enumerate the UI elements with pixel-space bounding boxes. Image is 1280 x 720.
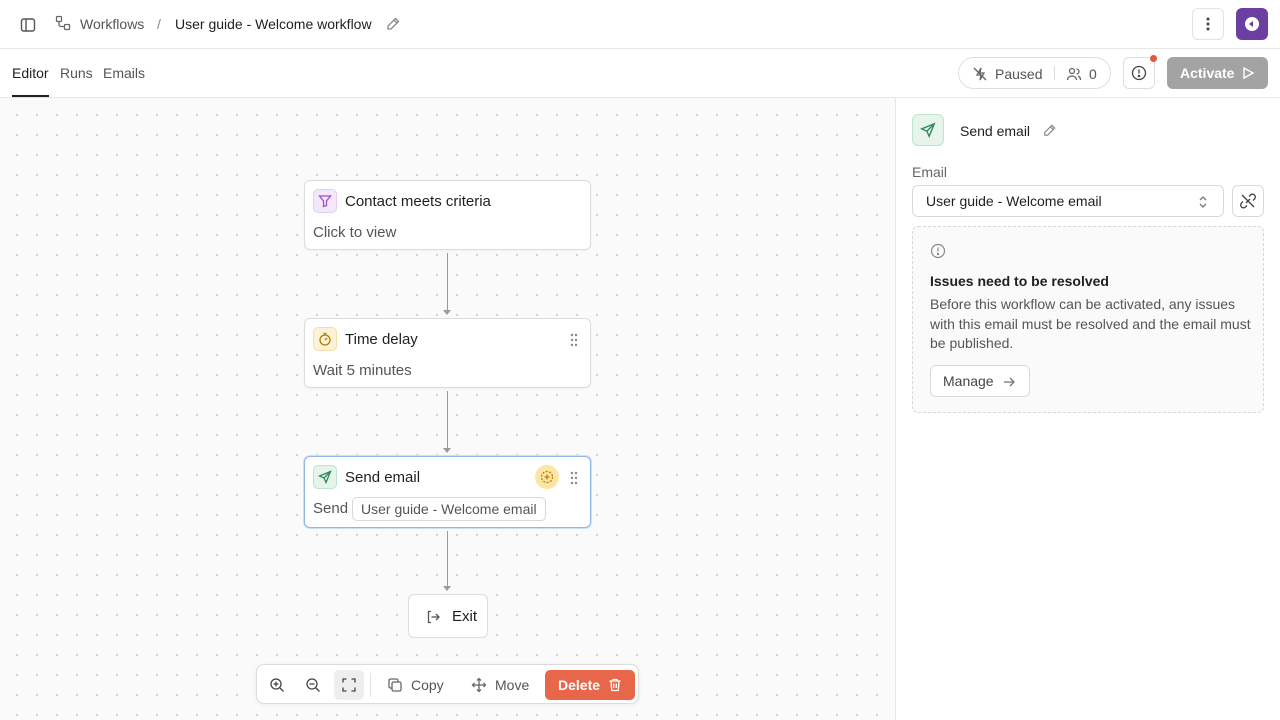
paused-icon bbox=[972, 66, 988, 82]
more-options-button[interactable] bbox=[1192, 8, 1224, 40]
contacts-count: 0 bbox=[1089, 66, 1097, 82]
node-title: Contact meets criteria bbox=[345, 193, 491, 210]
node-title: Send email bbox=[345, 469, 421, 486]
properties-panel: Send email Email User guide - Welcome em… bbox=[895, 98, 1280, 720]
exit-icon bbox=[425, 609, 441, 625]
issues-description: Before this workflow can be activated, a… bbox=[930, 296, 1251, 351]
trash-icon bbox=[607, 677, 623, 693]
move-button[interactable]: Move bbox=[463, 670, 537, 700]
tab-runs[interactable]: Runs bbox=[60, 65, 93, 81]
issues-title: Issues need to be resolved bbox=[930, 273, 1109, 289]
fit-view-icon[interactable] bbox=[334, 670, 364, 700]
tab-editor[interactable]: Editor bbox=[12, 65, 49, 81]
filter-icon bbox=[313, 189, 337, 213]
email-select-value: User guide - Welcome email bbox=[926, 193, 1102, 209]
activate-label: Activate bbox=[1180, 65, 1235, 81]
workflow-icon bbox=[55, 15, 71, 31]
active-tab-indicator bbox=[12, 95, 49, 97]
more-vertical-icon bbox=[1206, 17, 1210, 31]
zoom-out-icon[interactable] bbox=[298, 670, 328, 700]
send-icon bbox=[912, 114, 944, 146]
breadcrumb-separator: / bbox=[157, 16, 161, 32]
connector-line bbox=[447, 391, 448, 449]
node-send-prefix: Send bbox=[313, 500, 349, 517]
connector-arrow bbox=[443, 586, 451, 591]
connector-arrow bbox=[443, 448, 451, 453]
copy-icon bbox=[388, 678, 402, 692]
issues-callout: Issues need to be resolved Before this w… bbox=[912, 226, 1264, 413]
copy-label: Copy bbox=[411, 677, 444, 693]
panel-title: Send email bbox=[960, 123, 1031, 139]
notification-dot bbox=[1150, 55, 1157, 62]
play-icon bbox=[1241, 66, 1255, 80]
delete-button[interactable]: Delete bbox=[545, 670, 635, 700]
users-icon bbox=[1066, 66, 1082, 82]
connector-line bbox=[447, 253, 448, 311]
email-field-label: Email bbox=[912, 164, 948, 180]
move-label: Move bbox=[495, 677, 530, 693]
node-subtitle: Wait 5 minutes bbox=[313, 362, 412, 379]
zoom-in-icon[interactable] bbox=[262, 670, 292, 700]
toolbar-divider bbox=[370, 673, 371, 697]
tab-emails[interactable]: Emails bbox=[103, 65, 145, 81]
node-exit[interactable]: Exit bbox=[408, 594, 488, 638]
node-subtitle: Click to view bbox=[313, 224, 397, 241]
drag-handle-icon[interactable] bbox=[570, 333, 578, 347]
top-bar: Workflows / User guide - Welcome workflo… bbox=[0, 0, 1280, 49]
node-trigger[interactable]: Contact meets criteria Click to view bbox=[304, 180, 591, 250]
node-time-delay[interactable]: Time delay Wait 5 minutes bbox=[304, 318, 591, 388]
avatar[interactable] bbox=[1236, 8, 1268, 40]
manage-label: Manage bbox=[943, 373, 994, 389]
copy-button[interactable]: Copy bbox=[379, 670, 452, 700]
sparkle-icon[interactable] bbox=[535, 465, 559, 489]
canvas-toolbar: Copy Move Delete bbox=[256, 664, 639, 704]
email-chip[interactable]: User guide - Welcome email bbox=[352, 497, 546, 521]
info-icon bbox=[930, 243, 946, 259]
status-pill[interactable]: Paused 0 bbox=[958, 57, 1111, 89]
move-icon bbox=[471, 677, 487, 693]
breadcrumb-workflows[interactable]: Workflows bbox=[80, 16, 144, 32]
connector-line bbox=[447, 531, 448, 587]
status-divider bbox=[1054, 66, 1055, 80]
workflow-canvas[interactable]: Contact meets criteria Click to view Tim… bbox=[0, 98, 895, 720]
pencil-icon[interactable] bbox=[1042, 123, 1057, 138]
unlink-button[interactable] bbox=[1232, 185, 1264, 217]
send-icon bbox=[313, 465, 337, 489]
chevron-up-down-icon bbox=[1197, 195, 1209, 209]
connector-arrow bbox=[443, 310, 451, 315]
pencil-icon[interactable] bbox=[385, 16, 401, 32]
node-title: Time delay bbox=[345, 331, 418, 348]
exit-label: Exit bbox=[452, 608, 478, 625]
delete-label: Delete bbox=[558, 677, 601, 693]
timer-icon bbox=[313, 327, 337, 351]
arrow-right-icon bbox=[1002, 375, 1016, 389]
drag-handle-icon[interactable] bbox=[570, 471, 578, 485]
page-title: User guide - Welcome workflow bbox=[175, 16, 372, 32]
activate-button[interactable]: Activate bbox=[1167, 57, 1268, 89]
node-send-email[interactable]: Send email Send User guide - Welcome ema… bbox=[304, 456, 591, 528]
manage-button[interactable]: Manage bbox=[930, 365, 1030, 397]
unlink-icon bbox=[1240, 193, 1256, 209]
email-select[interactable]: User guide - Welcome email bbox=[912, 185, 1224, 217]
issues-button[interactable] bbox=[1123, 57, 1155, 89]
sidebar-toggle-icon[interactable] bbox=[17, 14, 39, 36]
status-label: Paused bbox=[995, 66, 1043, 82]
alert-circle-icon bbox=[1131, 65, 1147, 81]
